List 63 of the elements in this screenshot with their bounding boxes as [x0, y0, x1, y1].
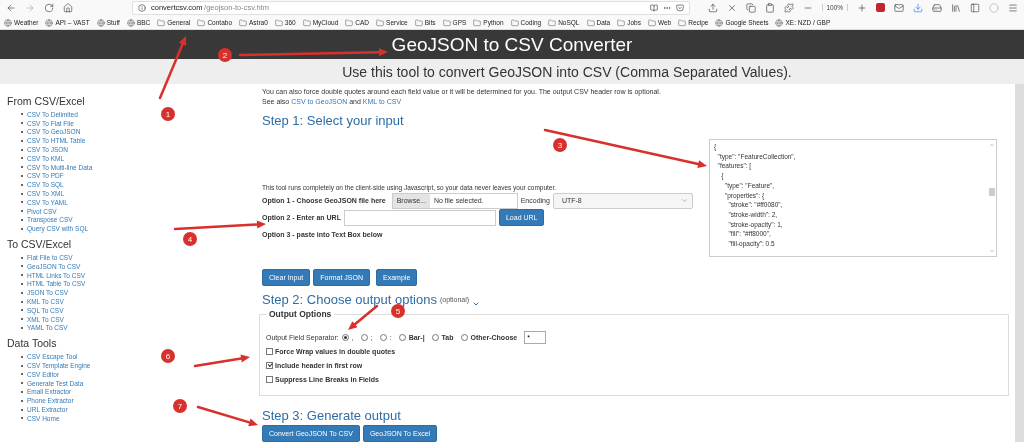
arrow: [196, 405, 258, 427]
checkbox[interactable]: [266, 375, 273, 383]
folder-icon: [510, 18, 519, 27]
globe-icon: [775, 18, 784, 27]
folder-icon: [473, 18, 482, 27]
annotation-marker: 7: [173, 399, 187, 413]
zoom-in-icon[interactable]: [857, 2, 868, 13]
page-subtitle: Use this tool to convert GeoJSON into CSV (Comma Separated Values).: [342, 63, 792, 80]
puzzle-icon[interactable]: [783, 2, 794, 13]
info-icon[interactable]: [138, 3, 146, 12]
folder-icon: [678, 18, 687, 27]
url-field[interactable]: [343, 209, 496, 226]
folder-icon: [617, 18, 626, 27]
globe-icon: [4, 18, 12, 27]
sidebar-heading: Data Tools: [7, 336, 57, 351]
checkbox[interactable]: [266, 347, 273, 355]
arrow: [193, 354, 250, 368]
folder-icon: [376, 18, 385, 27]
download-icon[interactable]: [913, 2, 923, 13]
folder-icon: [197, 18, 206, 27]
folder-icon: [548, 18, 557, 27]
sidebar-heading: To CSV/Excel: [7, 237, 72, 252]
scrollbar[interactable]: [1015, 84, 1024, 442]
folder-icon: [274, 18, 283, 27]
copy-icon[interactable]: [745, 2, 756, 13]
annotation-marker: 4: [183, 232, 197, 246]
panel-legend: Output Options: [266, 309, 335, 319]
annotation-marker: 6: [161, 349, 175, 363]
arrow: [158, 36, 187, 100]
close-icon[interactable]: [726, 2, 737, 13]
home-icon[interactable]: [63, 2, 73, 13]
scrollbar-thumb[interactable]: [988, 188, 995, 196]
step-title: Step 1: Select your input: [262, 113, 405, 129]
folder-icon: [414, 18, 423, 27]
clipboard-icon[interactable]: [764, 2, 775, 13]
globe-icon: [126, 18, 135, 27]
sidebar-icon[interactable]: [970, 2, 980, 13]
book-icon[interactable]: [649, 3, 658, 12]
folder-icon: [302, 18, 311, 27]
reload-icon[interactable]: [44, 2, 54, 13]
annotation-marker: 3: [553, 138, 567, 152]
folder-icon: [345, 18, 354, 27]
library-icon[interactable]: [951, 2, 961, 13]
folder-icon: [647, 18, 656, 27]
menu-icon[interactable]: [1008, 2, 1018, 13]
globe-icon: [96, 18, 105, 27]
step-title: Step 3: Generate output: [262, 408, 402, 424]
upload-icon[interactable]: [707, 2, 718, 13]
folder-icon: [586, 18, 595, 27]
folder-icon: [239, 18, 247, 27]
page-title: GeoJSON to CSV Converter: [391, 33, 633, 56]
checkbox[interactable]: [266, 361, 273, 369]
globe-icon: [715, 18, 724, 27]
drive-icon[interactable]: [932, 2, 942, 13]
chevron-icon: [680, 197, 688, 204]
annotation-marker: 1: [161, 107, 175, 121]
sidebar-heading: From CSV/Excel: [7, 94, 85, 108]
folder-icon: [157, 18, 166, 27]
back-icon[interactable]: [6, 2, 16, 13]
chevron-icon[interactable]: [472, 300, 481, 308]
folder-icon: [442, 18, 451, 27]
mail-icon[interactable]: [894, 2, 904, 13]
globe-icon: [45, 18, 54, 27]
